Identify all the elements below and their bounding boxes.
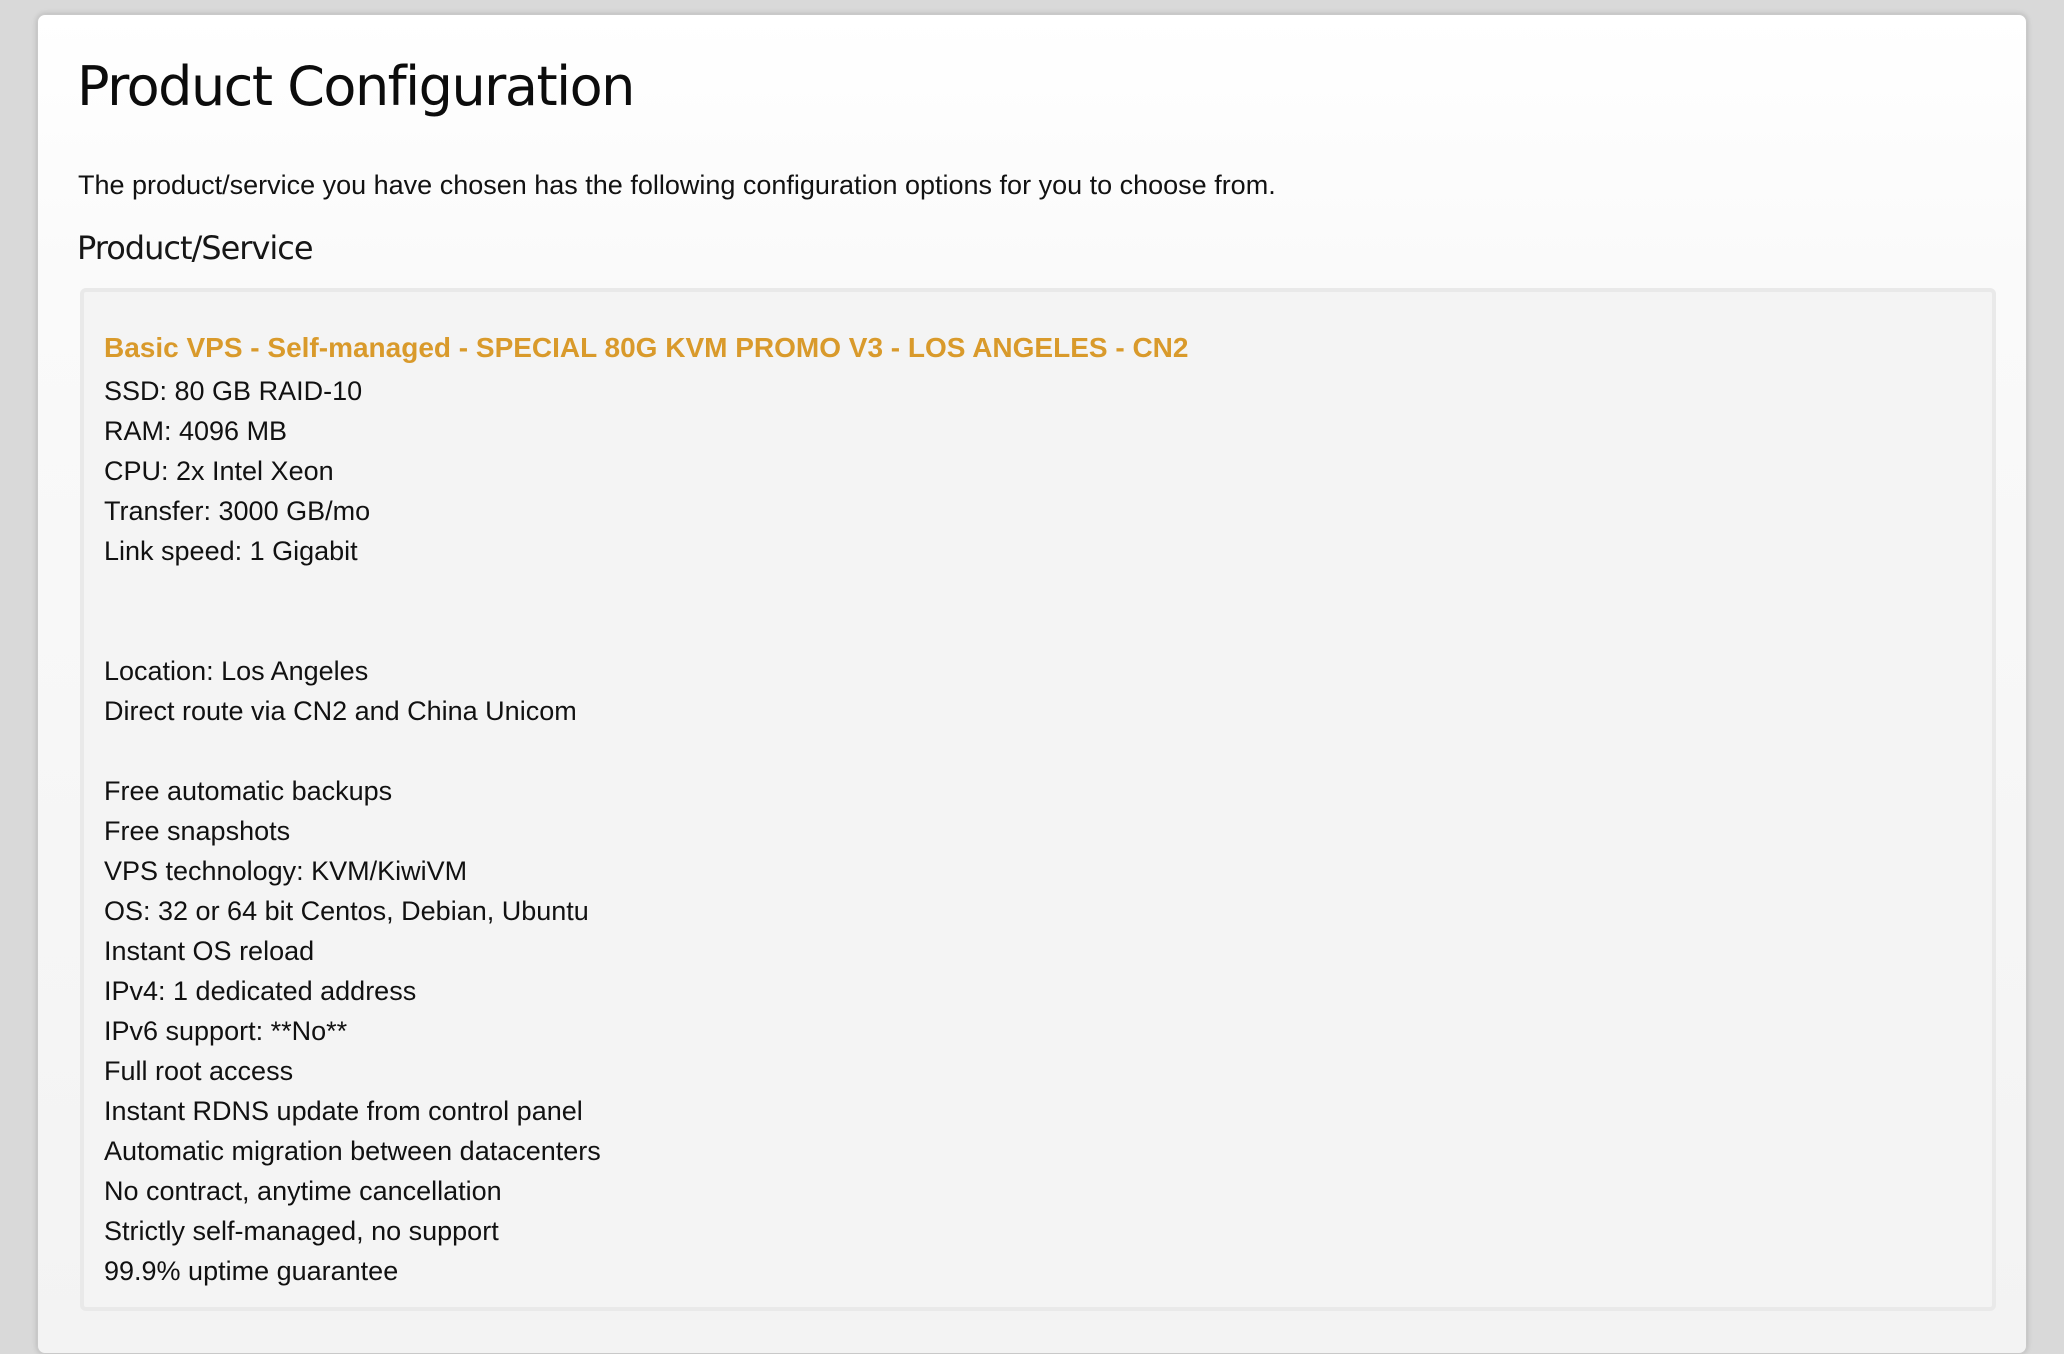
spec-line: VPS technology: KVM/KiwiVM xyxy=(104,856,468,886)
spec-line: CPU: 2x Intel Xeon xyxy=(104,456,334,486)
product-configuration-panel: Product Configuration The product/servic… xyxy=(37,14,2027,1354)
spec-line: Free automatic backups xyxy=(104,776,393,806)
page-title: Product Configuration xyxy=(77,55,635,118)
product-details-box: Basic VPS - Self-managed - SPECIAL 80G K… xyxy=(80,288,1996,1311)
product-spec-list: SSD: 80 GB RAID-10 RAM: 4096 MB CPU: 2x … xyxy=(104,371,601,1291)
spec-line: RAM: 4096 MB xyxy=(104,416,288,446)
spec-line: Instant RDNS update from control panel xyxy=(104,1096,583,1126)
spec-line: IPv6 support: **No** xyxy=(104,1016,348,1046)
spec-line: Strictly self-managed, no support xyxy=(104,1216,499,1246)
spec-line: Transfer: 3000 GB/mo xyxy=(104,496,371,526)
spec-spacer xyxy=(104,731,601,771)
spec-spacer xyxy=(104,571,601,611)
spec-line: Link speed: 1 Gigabit xyxy=(104,536,358,566)
spec-line: Direct route via CN2 and China Unicom xyxy=(104,696,577,726)
spec-line: Location: Los Angeles xyxy=(104,656,369,686)
spec-line: Free snapshots xyxy=(104,816,291,846)
intro-text: The product/service you have chosen has … xyxy=(78,170,1276,200)
spec-line: No contract, anytime cancellation xyxy=(104,1176,502,1206)
spec-line: Automatic migration between datacenters xyxy=(104,1136,601,1166)
spec-spacer xyxy=(104,611,601,651)
spec-line: IPv4: 1 dedicated address xyxy=(104,976,417,1006)
spec-line: 99.9% uptime guarantee xyxy=(104,1256,399,1286)
spec-line: OS: 32 or 64 bit Centos, Debian, Ubuntu xyxy=(104,896,589,926)
spec-line: SSD: 80 GB RAID-10 xyxy=(104,376,363,406)
section-heading-product-service: Product/Service xyxy=(77,229,314,267)
spec-line: Full root access xyxy=(104,1056,294,1086)
spec-line: Instant OS reload xyxy=(104,936,315,966)
product-name: Basic VPS - Self-managed - SPECIAL 80G K… xyxy=(104,332,1189,363)
